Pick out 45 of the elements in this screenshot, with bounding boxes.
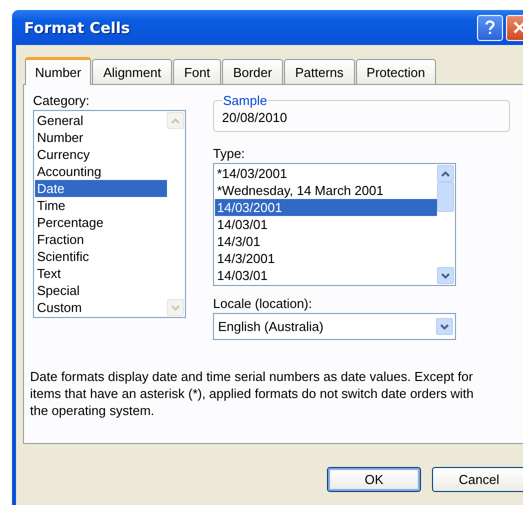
close-icon <box>512 21 523 34</box>
locale-dropdown[interactable]: English (Australia) <box>213 313 456 340</box>
tab[interactable]: Number <box>25 57 92 85</box>
help-icon <box>485 20 495 35</box>
list-item[interactable]: 14/03/2001 <box>215 199 437 216</box>
list-item[interactable]: 14/3/01 <box>215 233 437 250</box>
locale-label: Locale (location): <box>213 296 313 311</box>
window-title: Format Cells <box>24 18 130 36</box>
list-item[interactable]: Time <box>35 197 167 214</box>
list-item[interactable]: Scientific <box>35 248 167 265</box>
scroll-up-icon[interactable] <box>441 170 450 176</box>
tab[interactable]: Alignment <box>92 59 172 84</box>
category-list[interactable]: General Number Currency Accounting Date Time Percentage Fraction Scientific Text Special Custom <box>33 110 186 318</box>
list-item[interactable]: Number <box>35 129 167 146</box>
list-item[interactable]: Percentage <box>35 214 167 231</box>
list-item[interactable]: 14/03/01 <box>215 267 437 284</box>
scroll-down-icon[interactable] <box>440 324 449 330</box>
category-label: Category: <box>33 93 90 108</box>
sample-label: Sample <box>222 93 268 108</box>
help-button[interactable] <box>477 14 503 40</box>
list-item[interactable]: Text <box>35 265 167 282</box>
type-list[interactable]: *14/03/2001 *Wednesday, 14 March 2001 14/03/2001 14/03/01 14/3/01 14/3/2001 14/03/01 <box>213 163 456 286</box>
list-item[interactable]: Accounting <box>35 163 167 180</box>
list-item[interactable]: Date <box>35 180 167 197</box>
list-item[interactable]: Currency <box>35 146 167 163</box>
tab[interactable]: Border <box>222 59 284 84</box>
cancel-button[interactable]: Cancel <box>432 467 523 492</box>
list-item[interactable]: *14/03/2001 <box>215 165 437 182</box>
description-text: Date formats display date and time serial numbers as date values. Except for items that have an asterisk (*), applied formats do not switch date orders with the operating system. <box>30 368 475 419</box>
ok-button[interactable]: OK <box>327 467 421 492</box>
sample-value: 20/08/2010 <box>222 110 288 125</box>
scroll-down-icon[interactable] <box>441 272 450 278</box>
list-item[interactable]: Special <box>35 282 167 299</box>
list-item[interactable]: 14/3/2001 <box>215 250 437 267</box>
list-item[interactable]: Fraction <box>35 231 167 248</box>
tab[interactable]: Patterns <box>284 59 355 84</box>
type-label: Type: <box>213 146 246 161</box>
list-item[interactable]: 14/03/01 <box>215 216 437 233</box>
list-item[interactable]: General <box>35 112 167 129</box>
list-item[interactable]: Custom <box>35 299 167 316</box>
list-item[interactable]: *Wednesday, 14 March 2001 <box>215 182 437 199</box>
tab[interactable]: Font <box>173 59 222 84</box>
scroll-thumb[interactable] <box>437 182 454 212</box>
scrollbar[interactable] <box>437 165 454 284</box>
tab[interactable]: Protection <box>356 59 436 84</box>
